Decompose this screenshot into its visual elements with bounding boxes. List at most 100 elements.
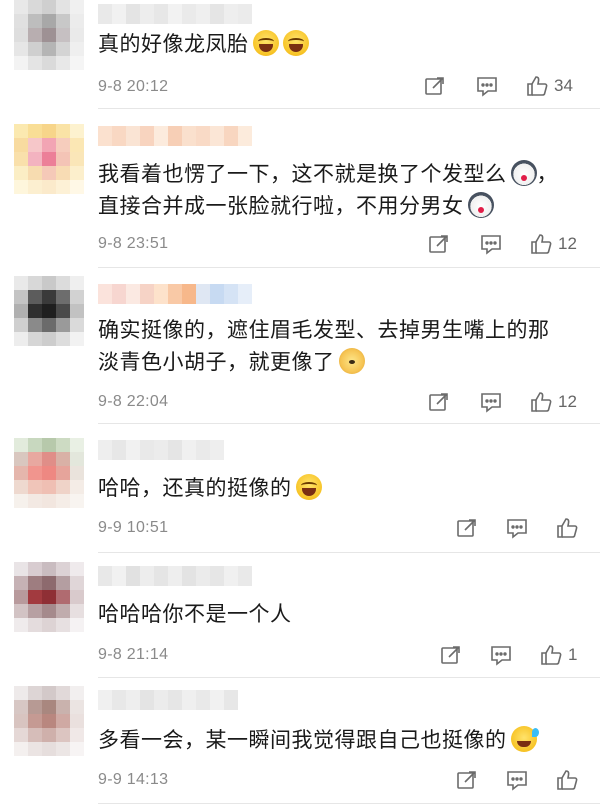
avatar-pixel bbox=[14, 304, 28, 318]
like-button[interactable] bbox=[556, 769, 578, 791]
like-button[interactable]: 12 bbox=[530, 391, 577, 413]
husky-emoji bbox=[510, 160, 537, 186]
like-button[interactable]: 34 bbox=[526, 75, 573, 97]
comment-line-suffix: ， bbox=[536, 162, 558, 186]
avatar-pixel bbox=[28, 742, 42, 756]
username-pixel bbox=[112, 284, 126, 304]
avatar-pixel bbox=[14, 42, 28, 56]
avatar-pixel bbox=[70, 180, 84, 194]
avatar-pixel bbox=[42, 42, 56, 56]
husky-emoji bbox=[467, 192, 494, 218]
comment-line: 真的好像龙凤胎 bbox=[98, 28, 568, 60]
username-blurred[interactable] bbox=[98, 440, 224, 460]
comment-button[interactable] bbox=[480, 233, 502, 255]
avatar-pixel bbox=[70, 290, 84, 304]
comment-button[interactable] bbox=[506, 769, 528, 791]
avatar-pixel bbox=[70, 56, 84, 70]
username-pixel bbox=[112, 690, 126, 710]
avatar-pixel bbox=[56, 576, 70, 590]
username-pixel bbox=[182, 440, 196, 460]
avatar-pixel bbox=[42, 56, 56, 70]
comment-line-text: 直接合并成一张脸就行啦，不用分男女 bbox=[98, 194, 464, 218]
avatar[interactable] bbox=[14, 686, 84, 756]
avatar-pixel bbox=[42, 180, 56, 194]
comment-line-text: 确实挺像的，遮住眉毛发型、去掉男生嘴上的那 bbox=[98, 318, 550, 342]
comment-line-text: 我看着也愣了一下，这不就是换了个发型么 bbox=[98, 162, 507, 186]
username-pixel bbox=[168, 126, 182, 146]
comment-button[interactable] bbox=[476, 75, 498, 97]
avatar-pixel bbox=[70, 124, 84, 138]
avatar[interactable] bbox=[14, 438, 84, 508]
username-pixel bbox=[238, 4, 252, 24]
comment-icon bbox=[480, 233, 502, 255]
laugh-emoji bbox=[282, 30, 309, 56]
username-pixel bbox=[140, 126, 154, 146]
avatar-pixel bbox=[42, 466, 56, 480]
avatar-pixel bbox=[14, 56, 28, 70]
comment-line-text: 哈哈哈你不是一个人 bbox=[98, 602, 292, 626]
username-blurred[interactable] bbox=[98, 4, 252, 24]
share-button[interactable] bbox=[428, 391, 450, 413]
username-pixel bbox=[154, 690, 168, 710]
comment-divider bbox=[98, 552, 600, 553]
share-button[interactable] bbox=[424, 75, 446, 97]
username-pixel bbox=[224, 690, 238, 710]
share-button[interactable] bbox=[456, 517, 478, 539]
avatar-pixel bbox=[56, 276, 70, 290]
avatar-pixel bbox=[28, 0, 42, 14]
like-button[interactable]: 12 bbox=[530, 233, 577, 255]
comment-line: 确实挺像的，遮住眉毛发型、去掉男生嘴上的那 bbox=[98, 314, 568, 346]
avatar-pixel bbox=[28, 604, 42, 618]
avatar-pixel bbox=[56, 604, 70, 618]
avatar-pixel bbox=[70, 452, 84, 466]
avatar[interactable] bbox=[14, 562, 84, 632]
share-button[interactable] bbox=[440, 644, 462, 666]
avatar-pixel bbox=[56, 290, 70, 304]
avatar-pixel bbox=[70, 152, 84, 166]
username-pixel bbox=[196, 284, 210, 304]
share-icon bbox=[428, 391, 450, 413]
comment-button[interactable] bbox=[480, 391, 502, 413]
avatar-pixel bbox=[56, 318, 70, 332]
avatar-pixel bbox=[28, 166, 42, 180]
avatar-pixel bbox=[42, 742, 56, 756]
comment-button[interactable] bbox=[506, 517, 528, 539]
username-pixel bbox=[238, 126, 252, 146]
avatar-pixel bbox=[70, 686, 84, 700]
avatar-pixel bbox=[56, 152, 70, 166]
username-pixel bbox=[140, 690, 154, 710]
avatar-pixel bbox=[14, 562, 28, 576]
avatar[interactable] bbox=[14, 0, 84, 70]
username-pixel bbox=[196, 690, 210, 710]
username-blurred[interactable] bbox=[98, 690, 238, 710]
username-pixel bbox=[112, 440, 126, 460]
comment-divider bbox=[98, 108, 600, 109]
comment-divider bbox=[98, 267, 600, 268]
username-blurred[interactable] bbox=[98, 566, 252, 586]
avatar-pixel bbox=[14, 166, 28, 180]
like-button[interactable]: 1 bbox=[540, 644, 577, 666]
username-pixel bbox=[126, 284, 140, 304]
avatar[interactable] bbox=[14, 124, 84, 194]
comment-button[interactable] bbox=[490, 644, 512, 666]
username-pixel bbox=[210, 4, 224, 24]
avatar-pixel bbox=[56, 332, 70, 346]
username-pixel bbox=[140, 440, 154, 460]
avatar-pixel bbox=[42, 152, 56, 166]
username-blurred[interactable] bbox=[98, 284, 252, 304]
avatar[interactable] bbox=[14, 276, 84, 346]
avatar-pixel bbox=[14, 14, 28, 28]
avatar-pixel bbox=[56, 494, 70, 508]
avatar-pixel bbox=[42, 562, 56, 576]
avatar-pixel bbox=[56, 0, 70, 14]
username-pixel bbox=[182, 690, 196, 710]
username-blurred[interactable] bbox=[98, 126, 252, 146]
username-pixel bbox=[168, 440, 182, 460]
avatar-pixel bbox=[28, 290, 42, 304]
avatar-pixel bbox=[28, 14, 42, 28]
share-button[interactable] bbox=[456, 769, 478, 791]
share-button[interactable] bbox=[428, 233, 450, 255]
avatar-pixel bbox=[28, 714, 42, 728]
like-button[interactable] bbox=[556, 517, 578, 539]
username-pixel bbox=[168, 566, 182, 586]
